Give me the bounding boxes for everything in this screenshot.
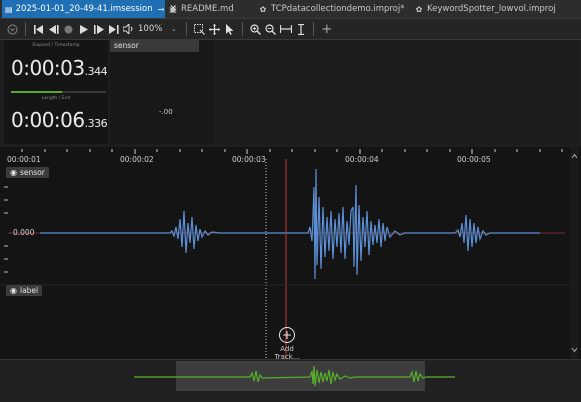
stop-icon[interactable] — [62, 21, 75, 37]
sensor-panel-tab[interactable]: sensor — [110, 40, 199, 52]
zoom-select[interactable]: 100% — [138, 24, 162, 34]
fit-width-icon[interactable] — [279, 21, 292, 37]
pointer-cursor-icon[interactable] — [223, 21, 236, 37]
elapsed-time: 0:00:03.344 — [11, 56, 108, 80]
step-back-icon[interactable] — [47, 21, 60, 37]
elapsed-time-ms: .344 — [84, 65, 108, 78]
elapsed-progress-bar — [11, 91, 106, 93]
length-label: Length / End — [41, 96, 71, 101]
add-plus-icon[interactable]: + — [320, 21, 333, 37]
skip-to-start-icon[interactable] — [32, 21, 45, 37]
select-region-icon[interactable] — [193, 21, 206, 37]
toolbar-divider — [25, 22, 26, 36]
skip-to-end-icon[interactable] — [107, 21, 120, 37]
toolbar-divider — [242, 22, 244, 36]
record-circle-icon[interactable] — [6, 21, 19, 37]
track-sensor-name: sensor — [19, 168, 45, 177]
tab-tcp-project-label: TCPdatacollectiondemo.improj* — [271, 4, 405, 14]
play-icon[interactable] — [77, 21, 90, 37]
eye-icon: ◉ — [10, 168, 17, 177]
elapsed-time-main: 0:00:03 — [11, 56, 85, 80]
track-sensor-visibility-toggle[interactable]: ◉ sensor — [6, 167, 49, 178]
elapsed-label: Elapsed / Timestamp — [32, 43, 80, 48]
toolbar-divider — [186, 22, 188, 36]
toolbar-divider — [313, 22, 315, 36]
track-label-visibility-toggle[interactable]: ◉ label — [6, 285, 43, 296]
sensor-waveform — [40, 168, 540, 280]
length-time-main: 0:00:06 — [11, 108, 85, 132]
project-gear-icon: ✿ — [415, 4, 423, 14]
tab-session[interactable]: ▤ 2025-01-01_20-49-41.imsession ⊸ ✕ — [2, 0, 177, 18]
empty-panel-area — [216, 40, 578, 144]
tab-readme-label: README.md — [181, 4, 234, 14]
vertical-scrollbar[interactable] — [570, 147, 579, 359]
eye-icon: ◉ — [10, 286, 17, 295]
timer-panel: Elapsed / Timestamp 0:00:03.344 Length /… — [4, 40, 108, 144]
zoom-out-icon[interactable] — [264, 21, 277, 37]
overview-navigator[interactable] — [0, 359, 581, 402]
length-time: 0:00:06.336 — [11, 108, 108, 132]
sensor-value-panel: sensor -.00 — [110, 40, 214, 144]
scrollbar-arrows — [571, 153, 578, 353]
markdown-file-icon: ▣ — [169, 4, 177, 14]
project-gear-icon: ✿ — [259, 4, 267, 14]
zoom-in-icon[interactable] — [249, 21, 262, 37]
tab-tcp-project[interactable]: ✿ TCPdatacollectiondemo.improj* — [258, 0, 405, 18]
speaker-icon[interactable] — [122, 21, 135, 37]
sensor-zero-axis-label: 0.000 — [13, 228, 35, 237]
tab-keyword-project[interactable]: ✿ KeywordSpotter_lowvol.improj — [414, 0, 556, 18]
playback-toolbar: 100% ⌄ + — [0, 19, 581, 40]
session-file-icon: ▤ — [5, 4, 13, 14]
text-cursor-icon[interactable] — [294, 21, 307, 37]
add-track-button[interactable]: + Add Track... — [267, 327, 307, 361]
step-forward-icon[interactable] — [92, 21, 105, 37]
document-tab-bar: ▤ 2025-01-01_20-49-41.imsession ⊸ ✕ ▣ RE… — [0, 0, 581, 19]
tab-session-label: 2025-01-01_20-49-41.imsession — [15, 4, 153, 14]
tab-readme[interactable]: ▣ README.md — [168, 0, 234, 18]
chevron-down-icon[interactable]: ⌄ — [167, 21, 180, 37]
y-axis-ticks — [4, 186, 8, 273]
elapsed-progress-fill — [11, 91, 63, 93]
add-circle-icon: + — [279, 327, 295, 343]
sensor-current-value: -.00 — [159, 108, 173, 116]
tab-keyword-project-label: KeywordSpotter_lowvol.improj — [427, 4, 556, 14]
pan-move-icon[interactable] — [208, 21, 221, 37]
pin-icon[interactable]: ⊸ — [158, 5, 165, 14]
timeline-area[interactable]: 00:00:01 00:00:02 00:00:03 00:00:04 00:0… — [0, 147, 581, 361]
length-time-ms: .336 — [84, 117, 108, 130]
overview-waveform — [134, 365, 455, 387]
track-label-name: label — [19, 286, 39, 295]
